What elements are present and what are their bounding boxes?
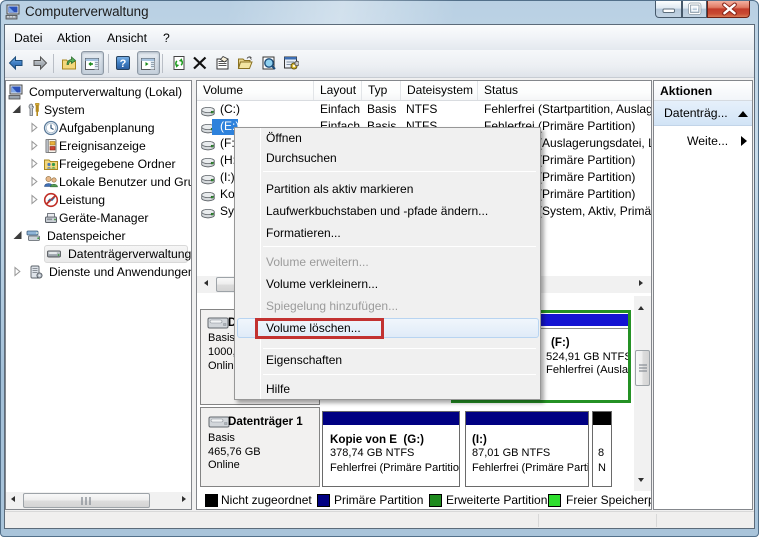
svg-text:?: ? (120, 58, 127, 70)
